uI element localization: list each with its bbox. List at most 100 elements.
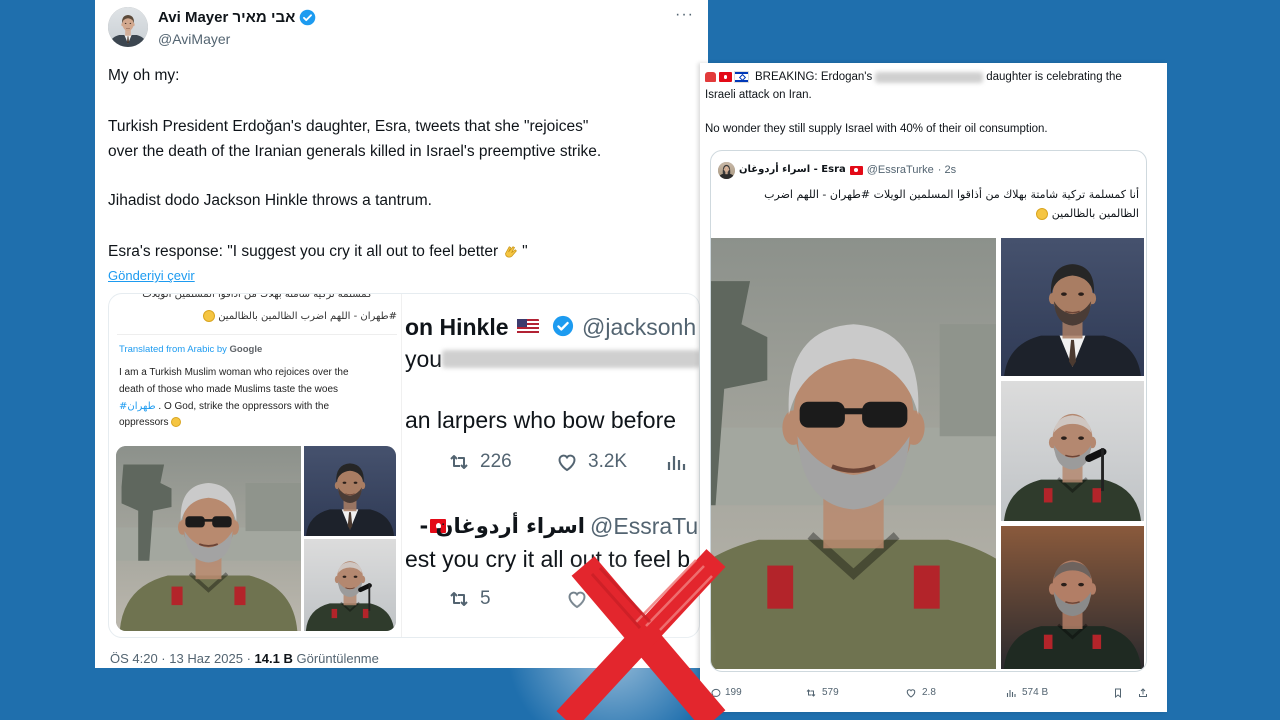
photo-officer-in-uniform[interactable] bbox=[1001, 526, 1144, 669]
redacted-text-bar bbox=[875, 71, 984, 83]
views-chart-icon[interactable] bbox=[1005, 687, 1017, 699]
translation-line: . O God, strike the oppressors with the bbox=[158, 401, 330, 412]
portrait-illustration bbox=[1001, 238, 1144, 376]
tweet-footer: ÖS 4:20 · 13 Haz 2025 · 14.1 B Görüntüle… bbox=[110, 651, 379, 667]
heart-icon[interactable] bbox=[905, 687, 917, 699]
photo-man-at-microphone[interactable] bbox=[304, 539, 396, 631]
author-name[interactable]: Avi Mayer אבי מאיר bbox=[158, 8, 295, 27]
photo-man-in-suit[interactable] bbox=[304, 446, 396, 536]
tweet-text-close-quote: " bbox=[522, 243, 528, 260]
google-logo: Google bbox=[229, 344, 263, 355]
tweet-text-line: Israeli attack on Iran. bbox=[705, 89, 812, 101]
repost-icon[interactable] bbox=[447, 587, 471, 611]
tweet-text-fragment: an larpers who bow before bbox=[405, 407, 677, 433]
quoted-text-line: الظالمين بالظالمين bbox=[1051, 207, 1139, 220]
tweet-text-line: over the death of the Iranian generals k… bbox=[108, 143, 602, 160]
author-name-row: Avi Mayer אבי מאיר bbox=[158, 8, 316, 27]
laughing-emoji-icon bbox=[171, 417, 182, 428]
photo-man-at-microphone[interactable] bbox=[1001, 381, 1144, 521]
author-avatar[interactable] bbox=[108, 7, 148, 47]
tweet-text-fragment: daughter is celebrating the bbox=[986, 71, 1122, 83]
translation-line: oppressors bbox=[119, 417, 169, 428]
reply-user-name[interactable]: اسراء أردوغان - bbox=[420, 513, 585, 539]
tweet-media-image[interactable]: كمسلمة تركية شامتة بهلاك من أذاقوا المسل… bbox=[108, 293, 700, 638]
user-name-fragment[interactable]: on Hinkle bbox=[405, 314, 509, 340]
portrait-illustration bbox=[711, 238, 996, 669]
reply-icon[interactable] bbox=[710, 687, 722, 699]
post-timestamp[interactable]: ÖS 4:20 · 13 Haz 2025 · bbox=[110, 651, 251, 666]
translation-line-row: #طهران . O God, strike the oppressors wi… bbox=[119, 401, 329, 413]
translated-by-label: Translated from Arabic by bbox=[119, 344, 227, 355]
tweet-text-line: Turkish President Erdoğan's daughter, Es… bbox=[108, 118, 589, 135]
quoted-author-avatar[interactable] bbox=[718, 162, 735, 179]
hashtag-link[interactable]: #طهران bbox=[119, 401, 156, 412]
verified-badge-icon bbox=[299, 9, 316, 26]
translation-line-row: oppressors bbox=[119, 417, 182, 429]
views-label: Görüntülenme bbox=[296, 651, 379, 666]
quoted-post-time: · 2s bbox=[937, 164, 957, 176]
quoted-text-line-row: الظالمين بالظالمين bbox=[714, 206, 1139, 221]
portrait-illustration bbox=[1001, 526, 1144, 669]
quoted-arabic-line: #طهران - اللهم اضرب الظالمين بالظالمين bbox=[218, 311, 397, 322]
bookmark-icon[interactable] bbox=[1112, 687, 1124, 699]
turkey-flag-icon bbox=[719, 72, 732, 82]
like-count: 2.8 bbox=[922, 687, 936, 698]
turkey-flag-icon bbox=[849, 165, 863, 175]
reply-user-handle[interactable]: @EssraTur bbox=[590, 513, 699, 539]
quoted-arabic-line: كمسلمة تركية شامتة بهلاك من أذاقوا المسل… bbox=[142, 293, 372, 300]
tweet-text-line-row: Esra's response: "I suggest you cry it a… bbox=[108, 242, 528, 262]
quoted-author-row: اسراء أردوغان - Esra @EssraTurke · 2s bbox=[739, 163, 956, 177]
verified-badge-icon bbox=[552, 315, 574, 337]
divider bbox=[117, 334, 397, 335]
photo-man-in-suit[interactable] bbox=[1001, 238, 1144, 376]
heart-icon[interactable] bbox=[565, 587, 589, 611]
more-options-button[interactable]: ··· bbox=[675, 6, 694, 24]
siren-icon bbox=[705, 72, 716, 82]
heart-icon[interactable] bbox=[555, 450, 579, 474]
tweet-text-fragment: BREAKING: Erdogan's bbox=[755, 71, 873, 83]
tweet-text-line: Esra's response: "I suggest you cry it a… bbox=[108, 243, 499, 260]
user-handle-fragment[interactable]: @jacksonh bbox=[582, 314, 696, 340]
translate-post-link[interactable]: Gönderiyi çevir bbox=[108, 268, 195, 283]
like-count: 3.2K bbox=[588, 451, 628, 472]
share-icon[interactable] bbox=[1137, 687, 1149, 699]
breaking-line: BREAKING: Erdogan's daughter is celebrat… bbox=[705, 70, 1122, 84]
redacted-text-bar bbox=[442, 350, 699, 368]
quoted-tweet[interactable]: اسراء أردوغان - Esra @EssraTurke · 2s أن… bbox=[710, 150, 1147, 672]
translation-line: I am a Turkish Muslim woman who rejoices… bbox=[119, 367, 349, 378]
photo-general-sunglasses[interactable] bbox=[116, 446, 301, 631]
tweet-text-fragment: you bbox=[405, 346, 443, 372]
tweet-text-line: My oh my: bbox=[108, 67, 180, 84]
reply-count: 199 bbox=[725, 687, 742, 698]
repost-count: 579 bbox=[822, 687, 839, 698]
view-count: 574 B bbox=[1022, 687, 1049, 698]
translation-attribution: Translated from Arabic by Google bbox=[119, 344, 262, 356]
portrait-illustration bbox=[116, 446, 301, 631]
right-tweet-card: BREAKING: Erdogan's daughter is celebrat… bbox=[700, 63, 1167, 712]
clapping-hands-emoji-icon bbox=[501, 243, 519, 261]
israel-flag-icon bbox=[734, 71, 749, 83]
laughing-emoji-icon bbox=[203, 310, 215, 322]
translation-line: death of those who made Muslims taste th… bbox=[119, 384, 339, 395]
quoted-text-line: أنا كمسلمة تركية شامتة بهلاك من أذاقوا ا… bbox=[764, 188, 1139, 201]
us-flag-icon bbox=[517, 319, 539, 334]
zoomed-tweet-panel: on Hinkle @jacksonh you an larpers who b… bbox=[401, 294, 699, 637]
quoted-author-handle[interactable]: @EssraTurke bbox=[867, 163, 934, 177]
left-tweet-card: Avi Mayer אבי מאיר @AviMayer ··· My oh m… bbox=[95, 0, 708, 668]
tweet-text-line: Jihadist dodo Jackson Hinkle throws a ta… bbox=[108, 192, 432, 209]
portrait-illustration bbox=[304, 539, 396, 631]
author-handle[interactable]: @AviMayer bbox=[158, 30, 230, 48]
repost-icon[interactable] bbox=[805, 687, 817, 699]
quoted-author-name[interactable]: اسراء أردوغان - Esra bbox=[739, 163, 846, 177]
view-count: 14.1 B bbox=[254, 651, 293, 666]
reply-text-fragment: est you cry it all out to feel b bbox=[405, 546, 691, 572]
repost-icon[interactable] bbox=[447, 450, 471, 474]
portrait-illustration bbox=[718, 162, 735, 179]
views-chart-icon[interactable] bbox=[664, 450, 688, 474]
laughing-emoji-icon bbox=[1036, 208, 1049, 220]
repost-count: 226 bbox=[480, 451, 512, 472]
portrait-illustration bbox=[1001, 381, 1144, 521]
portrait-illustration bbox=[304, 446, 396, 536]
photo-general-sunglasses[interactable] bbox=[711, 238, 996, 669]
repost-count: 5 bbox=[480, 588, 491, 609]
